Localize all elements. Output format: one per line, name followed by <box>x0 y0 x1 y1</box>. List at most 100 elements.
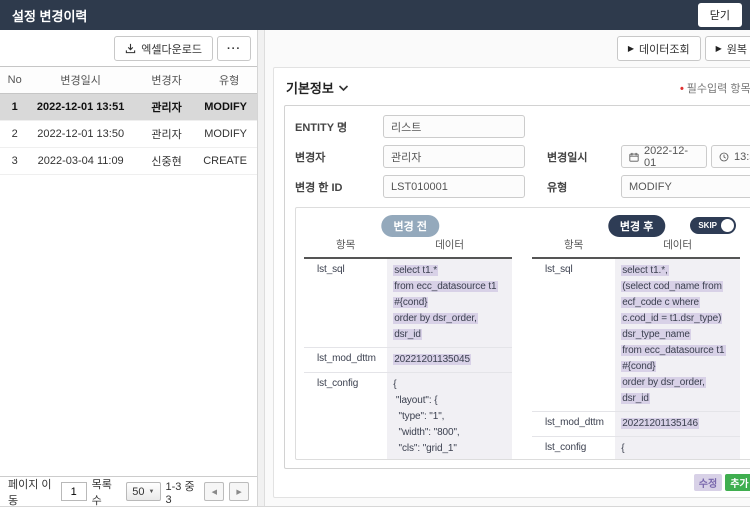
data-query-button[interactable]: ▶ 데이터조회 <box>617 36 701 61</box>
table-cell: CREATE <box>201 148 257 175</box>
title-bar: 설정 변경이력 닫기 <box>0 0 750 30</box>
pagination-bar: 페이지 이동 목록 수 50 ▼ 1-3 중 3 ◀ ▶ <box>0 476 257 506</box>
date-field[interactable]: 2022-12-01 <box>621 145 707 168</box>
time-value: 13:51 <box>734 151 750 163</box>
diff-legend: 수정추가삭제 <box>284 469 750 493</box>
table-cell: 1 <box>0 94 29 121</box>
legend-badge-modify: 수정 <box>694 474 722 491</box>
required-note: •필수입력 항목입니다. <box>680 80 750 96</box>
app-window: 설정 변경이력 닫기 엑셀다운로드 ··· No변경일시변경자유형 12022-… <box>0 0 750 507</box>
changer-label: 변경자 <box>295 149 383 165</box>
basic-info-box: ENTITY 명 변경자 변경일시 2022-12-01 <box>284 105 750 469</box>
table-cell: 2022-12-01 13:51 <box>29 94 131 121</box>
diff-tables: 항목 데이터 lst_sqlselect t1.*from ecc_dataso… <box>304 237 750 459</box>
legend-badge-add: 추가 <box>725 474 750 491</box>
left-toolbar: 엑셀다운로드 ··· <box>0 30 257 66</box>
right-toolbar: ▶ 데이터조회 ▶ 원복 ··· <box>265 30 750 66</box>
chevron-down-icon: ▼ <box>149 489 155 495</box>
diff-item-data: { "layout": { "type": "1", "width": "800… <box>387 373 512 459</box>
table-row[interactable]: 12022-12-01 13:51관리자MODIFY <box>0 94 257 121</box>
excel-download-button[interactable]: 엑셀다운로드 <box>114 36 213 61</box>
diff-item-name: lst_config <box>532 437 615 459</box>
restore-button[interactable]: ▶ 원복 <box>705 36 750 61</box>
history-list-panel: 엑셀다운로드 ··· No변경일시변경자유형 12022-12-01 13:51… <box>0 30 258 506</box>
column-header[interactable]: 유형 <box>201 67 257 94</box>
diff-item-name: lst_mod_dttm <box>532 412 615 436</box>
close-button[interactable]: 닫기 <box>698 3 742 27</box>
diff-table-before: 항목 데이터 lst_sqlselect t1.*from ecc_dataso… <box>304 237 512 459</box>
skip-toggle[interactable]: SKIP <box>690 217 736 234</box>
form-row-entity: ENTITY 명 <box>295 115 750 138</box>
time-field[interactable]: 13:51 <box>711 145 750 168</box>
per-page-select[interactable]: 50 ▼ <box>126 482 160 501</box>
excel-download-label: 엑셀다운로드 <box>141 41 202 57</box>
next-page-button[interactable]: ▶ <box>229 482 249 501</box>
diff-item-data: select t1.*,(select cod_name fromecf_cod… <box>615 259 740 411</box>
column-header[interactable]: No <box>0 67 29 94</box>
table-cell: 2022-12-01 13:50 <box>29 121 131 148</box>
panel-splitter[interactable] <box>258 30 265 506</box>
diff-row: lst_config{ "layout": { "type": "1", "wi… <box>532 437 740 459</box>
column-header-data: 데이터 <box>615 237 740 252</box>
detail-panel: ▶ 데이터조회 ▶ 원복 ··· 기본정보 •필수입력 항목입니다. <box>265 30 750 506</box>
changer-input[interactable] <box>383 145 525 168</box>
form-row-changer: 변경자 변경일시 2022-12-01 <box>295 145 750 168</box>
table-cell: 2 <box>0 121 29 148</box>
changed-id-input[interactable] <box>383 175 525 198</box>
entity-input[interactable] <box>383 115 525 138</box>
range-text: 1-3 중 3 <box>166 478 200 506</box>
download-icon <box>125 43 136 54</box>
skip-label: SKIP <box>698 221 717 230</box>
after-badge: 변경 후 <box>608 215 665 237</box>
diff-row: lst_mod_dttm20221201135146 <box>532 412 740 437</box>
page-goto-label: 페이지 이동 <box>8 476 56 507</box>
diff-item-data: 20221201135146 <box>615 412 740 436</box>
prev-page-button[interactable]: ◀ <box>204 482 224 501</box>
table-cell: 3 <box>0 148 29 175</box>
type-input[interactable] <box>621 175 750 198</box>
diff-row: lst_sqlselect t1.*,(select cod_name from… <box>532 259 740 412</box>
table-cell: 관리자 <box>132 94 201 121</box>
column-header[interactable]: 변경일시 <box>29 67 131 94</box>
table-cell: MODIFY <box>201 121 257 148</box>
calendar-icon <box>629 152 639 162</box>
restore-label: 원복 <box>727 41 747 57</box>
diff-badges-row: 변경 전 변경 후 SKIP <box>304 215 750 237</box>
column-header[interactable]: 변경자 <box>132 67 201 94</box>
diff-table-header: 항목 데이터 <box>304 237 512 259</box>
diff-item-name: lst_sql <box>532 259 615 411</box>
per-page-value: 50 <box>132 486 144 498</box>
chevron-down-icon[interactable] <box>338 84 349 92</box>
column-header-item: 항목 <box>532 237 615 252</box>
diff-item-data: { "layout": { "type": "1", "width": "800… <box>615 437 740 459</box>
data-query-label: 데이터조회 <box>639 41 690 57</box>
required-dot-icon: • <box>680 83 684 95</box>
diff-row: lst_sqlselect t1.*from ecc_datasource t1… <box>304 259 512 348</box>
changed-id-label: 변경 한 ID <box>295 179 383 195</box>
before-badge: 변경 전 <box>382 215 439 237</box>
entity-label: ENTITY 명 <box>295 119 383 135</box>
diff-item-name: lst_mod_dttm <box>304 348 387 372</box>
per-page-label: 목록 수 <box>92 476 122 507</box>
left-more-button[interactable]: ··· <box>217 36 251 61</box>
diff-row: lst_config{ "layout": { "type": "1", "wi… <box>304 373 512 459</box>
datetime-label: 변경일시 <box>547 149 621 165</box>
form-row-changed-id: 변경 한 ID 유형 <box>295 175 750 198</box>
page-input[interactable] <box>61 482 87 501</box>
date-value: 2022-12-01 <box>644 145 699 169</box>
table-row[interactable]: 32022-03-04 11:09신중현CREATE <box>0 148 257 175</box>
clock-icon <box>719 152 729 162</box>
type-label: 유형 <box>547 179 621 195</box>
table-cell: 관리자 <box>132 121 201 148</box>
table-row[interactable]: 22022-12-01 13:50관리자MODIFY <box>0 121 257 148</box>
diff-item-data: select t1.*from ecc_datasource t1#{cond}… <box>387 259 512 347</box>
main-body: 엑셀다운로드 ··· No변경일시변경자유형 12022-12-01 13:51… <box>0 30 750 506</box>
page-title: 설정 변경이력 <box>12 6 87 25</box>
diff-viewer: 변경 전 변경 후 SKIP 항목 데이터 <box>295 207 750 460</box>
diff-item-name: lst_sql <box>304 259 387 347</box>
diff-table-header: 항목 데이터 <box>532 237 740 259</box>
diff-item-name: lst_config <box>304 373 387 459</box>
play-icon: ▶ <box>628 44 634 53</box>
diff-table-after: 항목 데이터 lst_sqlselect t1.*,(select cod_na… <box>532 237 740 459</box>
history-table: No변경일시변경자유형 12022-12-01 13:51관리자MODIFY22… <box>0 66 257 175</box>
